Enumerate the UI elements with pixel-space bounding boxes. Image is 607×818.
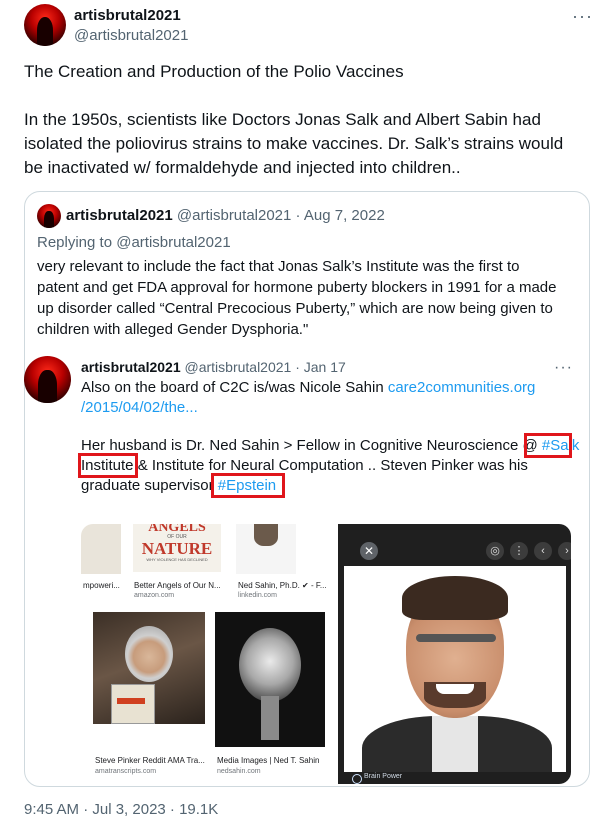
- thumb-left-partial: [81, 524, 121, 574]
- inner-text-l3: Her husband is Dr. Ned Sahin > Fellow in…: [81, 437, 542, 454]
- inner-more-icon: ···: [554, 359, 573, 376]
- inner-text-line3: Her husband is Dr. Ned Sahin > Fellow in…: [81, 436, 579, 456]
- tweet-timestamp[interactable]: 9:45 AM · Jul 3, 2023 · 19.1K: [24, 801, 218, 818]
- author-avatar[interactable]: [24, 4, 66, 46]
- inner-text-l5: graduate supervisor: [81, 477, 218, 494]
- author-handle[interactable]: @artisbrutal2021: [74, 27, 188, 44]
- thumb-ned-top: [236, 524, 296, 574]
- quote-text-line2: patent and get FDA approval for hormone …: [37, 279, 557, 296]
- caption-1: Better Angels of Our N...: [134, 581, 221, 590]
- inner-text-line4: Institute & Institute for Neural Computa…: [81, 456, 528, 476]
- caption-3: Steve Pinker Reddit AMA Tra...: [95, 756, 205, 765]
- quote-header: artisbrutal2021 @artisbrutal2021 · Aug 7…: [66, 207, 385, 224]
- book-title-3: NATURE: [141, 539, 213, 558]
- inner-link-1: care2communities.org: [387, 379, 536, 396]
- caption-2: Ned Sahin, Ph.D. ✔ - F...: [238, 581, 327, 590]
- quote-text-line3: up disorder called “Central Precocious P…: [37, 300, 553, 317]
- author-name[interactable]: artisbrutal2021: [74, 7, 181, 24]
- book-title-1: ANGELS: [148, 524, 206, 535]
- quote-author-handle[interactable]: @artisbrutal2021: [177, 207, 291, 224]
- source-1: amazon.com: [134, 592, 175, 599]
- caption-left: mpoweri...: [83, 581, 120, 590]
- more-horizontal-icon[interactable]: ···: [572, 7, 593, 25]
- inner-text-l1: Also on the board of C2C is/was Nicole S…: [81, 379, 388, 396]
- replying-prefix: Replying to: [37, 234, 117, 251]
- thumb-xray: [215, 612, 325, 747]
- highlight-box-epstein: [211, 473, 285, 498]
- quote-text-line4: children with alleged Gender Dysphoria.": [37, 321, 309, 338]
- inner-link-2: /2015/04/02/the...: [81, 399, 198, 416]
- quote-author-avatar[interactable]: [37, 204, 61, 228]
- source-3: amatranscripts.com: [95, 768, 157, 775]
- caption-4: Media Images | Ned T. Sahin: [217, 756, 320, 765]
- attached-image[interactable]: mpoweri... ANGELS OF OUR NATURE WHY VIOL…: [81, 524, 571, 784]
- highlight-box-salk: [524, 433, 572, 458]
- brand-label: Brain Power: [364, 773, 403, 780]
- inner-date: · Jan 17: [295, 359, 346, 375]
- replying-handle[interactable]: @artisbrutal2021: [116, 234, 230, 251]
- more-vertical-icon: ⋮: [510, 542, 528, 560]
- chevron-left-icon: ‹: [534, 542, 552, 560]
- brain-power-icon: [352, 774, 362, 784]
- inner-header: artisbrutal2021 @artisbrutal2021 · Jan 1…: [81, 359, 346, 375]
- inner-author-name: artisbrutal2021: [81, 359, 181, 375]
- replying-to: Replying to @artisbrutal2021: [37, 233, 231, 253]
- inner-text-line1: Also on the board of C2C is/was Nicole S…: [81, 378, 535, 398]
- source-4: nedsahin.com: [217, 768, 261, 775]
- image-preview-panel: ✕ ◎ ⋮ ‹ › Brain Power: [338, 524, 571, 784]
- tweet-text-line4: be inactivated w/ formaldehyde and injec…: [24, 158, 461, 177]
- chevron-right-icon: ›: [558, 542, 571, 560]
- book-cover: ANGELS OF OUR NATURE WHY VIOLENCE HAS DE…: [133, 524, 221, 572]
- book-subtitle: WHY VIOLENCE HAS DECLINED: [146, 557, 208, 562]
- image-search-grid: mpoweri... ANGELS OF OUR NATURE WHY VIOL…: [81, 524, 336, 784]
- inner-author-avatar: [24, 356, 71, 403]
- close-icon: ✕: [360, 542, 378, 560]
- highlight-box-institute: [78, 453, 138, 478]
- quote-author-name[interactable]: artisbrutal2021: [66, 207, 173, 224]
- quote-date[interactable]: · Aug 7, 2022: [296, 207, 385, 224]
- lens-icon: ◎: [486, 542, 504, 560]
- source-2: linkedin.com: [238, 592, 277, 599]
- quote-text-line1: very relevant to include the fact that J…: [37, 258, 520, 275]
- portrait-photo: [344, 566, 566, 772]
- tweet-text-line2: In the 1950s, scientists like Doctors Jo…: [24, 110, 541, 129]
- thumb-pinker: [93, 612, 205, 724]
- tweet-text-line3: isolated the poliovirus strains to make …: [24, 134, 564, 153]
- inner-author-handle: @artisbrutal2021: [184, 359, 292, 375]
- tweet-text-line1: The Creation and Production of the Polio…: [24, 62, 404, 81]
- inner-text-l4: & Institute for Neural Computation .. St…: [133, 457, 528, 474]
